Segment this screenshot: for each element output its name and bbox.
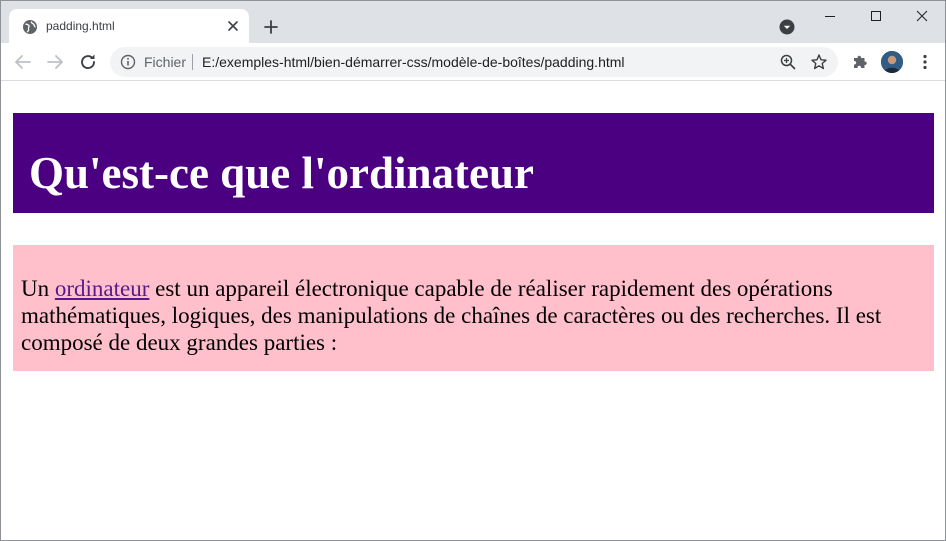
- globe-icon: [23, 20, 37, 34]
- browser-toolbar: Fichier E:/exemples-html/bien-démarrer-c…: [1, 43, 945, 81]
- forward-arrow-icon[interactable]: [43, 50, 67, 74]
- scheme-label: Fichier: [144, 54, 187, 70]
- avatar[interactable]: [881, 51, 903, 73]
- paragraph-lead: Un: [21, 276, 55, 301]
- browser-window: padding.html Fichier E:/exemples-html/bi…: [0, 0, 946, 541]
- paragraph-rest: est un appareil électronique capable de …: [21, 276, 882, 355]
- address-bar[interactable]: Fichier E:/exemples-html/bien-démarrer-c…: [110, 47, 838, 77]
- tab-padding[interactable]: padding.html: [9, 9, 249, 43]
- page-title: Qu'est-ce que l'ordinateur: [29, 148, 534, 198]
- address-separator: [192, 54, 193, 70]
- reload-icon[interactable]: [76, 50, 100, 74]
- star-icon[interactable]: [810, 53, 828, 71]
- minimize-icon[interactable]: [807, 1, 853, 31]
- url-text[interactable]: E:/exemples-html/bien-démarrer-css/modèl…: [202, 54, 625, 70]
- close-icon[interactable]: [225, 18, 241, 34]
- window-close-icon[interactable]: [899, 1, 945, 31]
- zoom-icon[interactable]: [779, 53, 797, 71]
- profile-avatar-icon: [881, 51, 903, 73]
- maximize-icon[interactable]: [853, 1, 899, 31]
- paragraph-box: Un ordinateur est un appareil électroniq…: [13, 245, 934, 371]
- tab-strip: padding.html: [1, 1, 945, 43]
- heading-box: Qu'est-ce que l'ordinateur: [13, 113, 934, 213]
- info-icon[interactable]: [120, 54, 136, 70]
- chevron-down-icon[interactable]: [777, 17, 797, 37]
- ordinateur-link[interactable]: ordinateur: [55, 276, 150, 301]
- tab-title: padding.html: [46, 19, 115, 33]
- back-arrow-icon[interactable]: [11, 50, 35, 74]
- page-viewport: Qu'est-ce que l'ordinateur Un ordinateur…: [1, 82, 945, 540]
- paragraph-text: Un ordinateur est un appareil électroniq…: [21, 275, 901, 356]
- puzzle-icon[interactable]: [850, 52, 870, 72]
- kebab-menu-icon[interactable]: [915, 52, 935, 72]
- plus-icon[interactable]: [261, 17, 281, 37]
